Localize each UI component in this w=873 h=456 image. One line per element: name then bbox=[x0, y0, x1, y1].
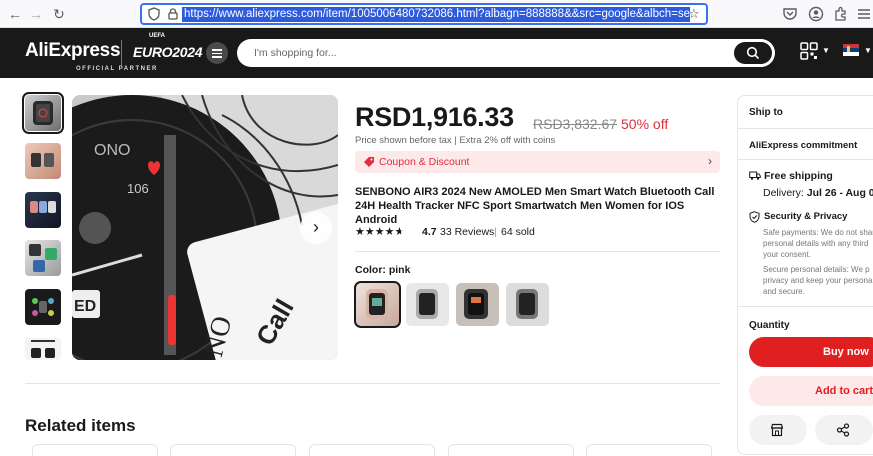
search-icon bbox=[746, 46, 760, 60]
chevron-down-icon: ▼ bbox=[864, 46, 872, 55]
coupon-label: Coupon & Discount bbox=[379, 156, 470, 168]
commitment-label: AliExpress commitment bbox=[749, 140, 858, 151]
color-swatch-silver[interactable] bbox=[406, 283, 449, 326]
add-to-cart-button[interactable]: Add to cart bbox=[749, 376, 873, 406]
reload-icon[interactable]: ↻ bbox=[50, 5, 68, 23]
browser-toolbar: ← → ↻ https://www.aliexpress.com/item/10… bbox=[0, 0, 873, 28]
divider bbox=[737, 159, 873, 160]
pocket-icon[interactable] bbox=[782, 6, 798, 22]
site-header: AliExpress OFFICIAL PARTNER UEFA EURO202… bbox=[0, 28, 873, 78]
sold-count: 64 sold bbox=[501, 226, 535, 238]
discount-badge: 50% off bbox=[621, 116, 669, 132]
account-icon[interactable] bbox=[808, 6, 824, 22]
buy-now-button[interactable]: Buy now bbox=[749, 337, 873, 367]
extensions-icon[interactable] bbox=[833, 6, 849, 22]
color-swatch-black[interactable] bbox=[456, 283, 499, 326]
shield-icon bbox=[749, 211, 760, 223]
current-price: RSD1,916.33 bbox=[355, 102, 514, 132]
aliexpress-logo[interactable]: AliExpress bbox=[25, 40, 121, 62]
official-partner-label: OFFICIAL PARTNER bbox=[76, 66, 158, 72]
safe-payments-text: personal details with any third bbox=[763, 239, 869, 248]
svg-text:ONO: ONO bbox=[94, 142, 130, 159]
category-menu-button[interactable] bbox=[206, 42, 228, 64]
qr-code-icon[interactable] bbox=[800, 42, 818, 60]
star-rating: ★★★★★ bbox=[355, 226, 405, 238]
product-title: SENBONO AIR3 2024 New AMOLED Men Smart W… bbox=[355, 186, 715, 226]
color-label: Color: pink bbox=[355, 264, 411, 276]
address-bar[interactable]: https://www.aliexpress.com/item/10050064… bbox=[140, 3, 708, 25]
gallery-prev-button[interactable]: ‹ bbox=[79, 212, 111, 244]
buy-now-label: Buy now bbox=[823, 346, 869, 358]
related-item-card[interactable] bbox=[309, 444, 435, 456]
smartwatch-image: ONO 106 Call NO ED bbox=[72, 95, 338, 360]
delivery-estimate: Delivery: Jul 26 - Aug 0 bbox=[763, 187, 873, 199]
app-menu-icon[interactable] bbox=[856, 6, 872, 22]
related-item-card[interactable] bbox=[170, 444, 296, 456]
divider bbox=[737, 306, 873, 307]
free-shipping-label: Free shipping bbox=[764, 170, 833, 182]
search-button[interactable] bbox=[734, 42, 772, 64]
svg-text:ED: ED bbox=[74, 298, 96, 315]
color-swatch-pink[interactable] bbox=[354, 281, 401, 328]
related-items-heading: Related items bbox=[25, 416, 136, 435]
secure-details-text: and secure. bbox=[763, 287, 805, 296]
share-icon bbox=[836, 423, 850, 437]
uefa-label: UEFA bbox=[149, 33, 166, 39]
separator: | bbox=[494, 226, 497, 238]
url-text[interactable]: https://www.aliexpress.com/item/10050064… bbox=[182, 7, 690, 22]
security-privacy-label: Security & Privacy bbox=[764, 211, 848, 222]
related-item-card[interactable] bbox=[586, 444, 712, 456]
thumbnail[interactable] bbox=[25, 143, 61, 179]
safe-payments-text: Safe payments: We do not share bbox=[763, 228, 873, 237]
thumbnail[interactable] bbox=[25, 338, 61, 360]
coupon-discount-bar[interactable]: Coupon & Discount › bbox=[355, 151, 720, 173]
add-to-cart-label: Add to cart bbox=[815, 385, 873, 397]
euro2024-logo: EURO2024 bbox=[133, 44, 203, 60]
secure-details-text: privacy and keep your persona bbox=[763, 276, 873, 285]
logo-divider bbox=[121, 40, 122, 66]
chevron-right-icon: › bbox=[708, 154, 712, 168]
ship-to-label[interactable]: Ship to bbox=[749, 107, 783, 118]
store-button[interactable] bbox=[749, 415, 807, 445]
store-icon bbox=[770, 423, 784, 437]
chevron-down-icon: ▼ bbox=[822, 46, 830, 55]
thumbnail[interactable] bbox=[25, 192, 61, 228]
delivery-prefix: Delivery: bbox=[763, 187, 807, 199]
search-input[interactable]: I'm shopping for... bbox=[254, 47, 337, 59]
price-note: Price shown before tax | Extra 2% off wi… bbox=[355, 135, 556, 146]
svg-text:106: 106 bbox=[127, 181, 149, 196]
search-bar[interactable]: I'm shopping for... bbox=[237, 39, 775, 67]
reviews-link[interactable]: 33 Reviews bbox=[440, 226, 494, 238]
tag-icon bbox=[364, 157, 374, 167]
main-product-image[interactable]: ONO 106 Call NO ED ‹ › bbox=[72, 95, 338, 360]
divider bbox=[737, 128, 873, 129]
thumbnail[interactable] bbox=[22, 92, 64, 134]
original-price: RSD3,832.67 bbox=[533, 116, 618, 132]
truck-icon bbox=[749, 171, 761, 180]
tracking-shield-icon[interactable] bbox=[147, 7, 161, 21]
rating-value: 4.7 bbox=[422, 226, 437, 238]
back-icon[interactable]: ← bbox=[6, 5, 24, 23]
color-swatch-gray[interactable] bbox=[506, 283, 549, 326]
divider bbox=[355, 251, 720, 252]
lock-icon[interactable] bbox=[166, 7, 180, 21]
related-item-card[interactable] bbox=[448, 444, 574, 456]
share-button[interactable] bbox=[815, 415, 873, 445]
safe-payments-text: your consent. bbox=[763, 250, 812, 259]
forward-icon[interactable]: → bbox=[27, 5, 45, 23]
secure-details-text: Secure personal details: We p bbox=[763, 265, 870, 274]
thumbnail[interactable] bbox=[25, 289, 61, 325]
related-item-card[interactable] bbox=[32, 444, 158, 456]
gallery-next-button[interactable]: › bbox=[300, 212, 332, 244]
divider bbox=[25, 383, 720, 384]
quantity-label: Quantity bbox=[749, 320, 790, 331]
delivery-dates: Jul 26 - Aug 0 bbox=[806, 187, 873, 199]
thumbnail[interactable] bbox=[25, 240, 61, 276]
bookmark-star-icon[interactable]: ☆ bbox=[688, 6, 702, 21]
serbia-flag-icon[interactable] bbox=[843, 44, 859, 56]
